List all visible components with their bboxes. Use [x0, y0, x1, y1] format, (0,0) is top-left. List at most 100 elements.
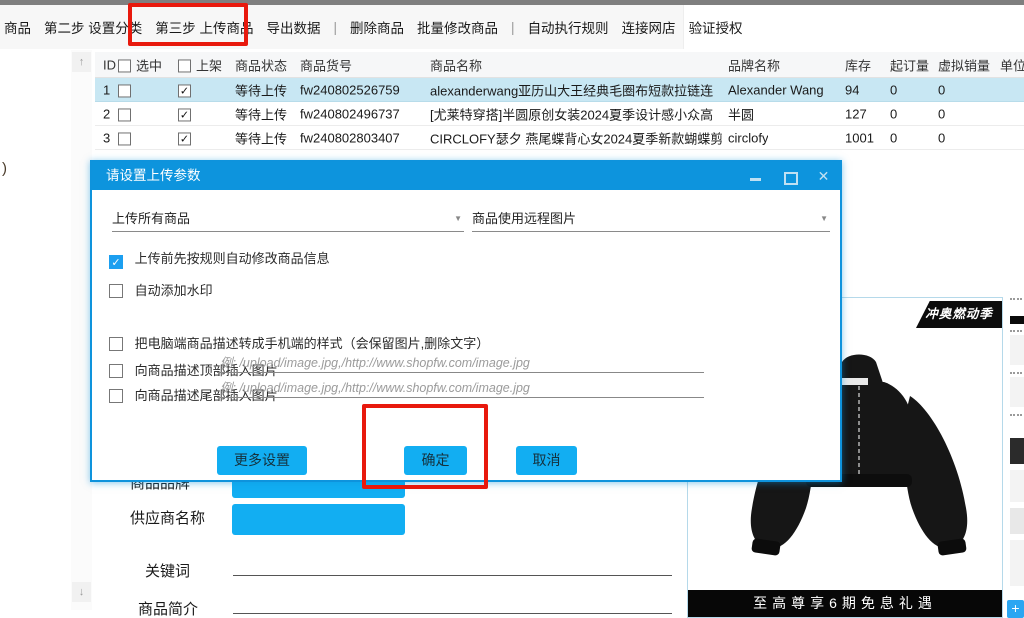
cell-sku: fw240802496737 [300, 106, 400, 121]
row-select-checkbox[interactable] [118, 84, 131, 97]
watermark-label: 自动添加水印 [135, 283, 213, 298]
toolbar-separator: | [511, 20, 515, 35]
col-sku[interactable]: 商品货号 [300, 55, 352, 74]
select-all-checkbox[interactable] [118, 59, 131, 72]
product-table: ID 选中 上架 商品状态 商品货号 商品名称 品牌名称 库存 起订量 虚拟销量… [95, 50, 1024, 160]
product-edit-form: 商品品牌 供应商名称 关键词 商品简介 [0, 460, 687, 618]
table-row[interactable]: 1 ✓ 等待上传 fw240802526759 alexanderwang亚历山… [95, 78, 1024, 102]
col-virtual-sales[interactable]: 虚拟销量 [938, 55, 990, 74]
image-mode-value: 商品使用远程图片 [472, 211, 576, 226]
toolbar-item-products[interactable]: 商品 [4, 17, 31, 37]
col-selected[interactable]: 选中 [136, 55, 162, 74]
thumb-dark-bar [1010, 316, 1024, 324]
cell-brand: Alexander Wang [728, 82, 824, 97]
watermark-checkbox[interactable] [109, 284, 123, 298]
col-name[interactable]: 商品名称 [430, 55, 482, 74]
mobile-style-label: 把电脑端商品描述转成手机端的样式（会保留图片,删除文字） [135, 336, 490, 351]
label-keywords: 关键词 [145, 560, 190, 581]
insert-top-image-checkbox[interactable] [109, 364, 123, 378]
row-select-checkbox[interactable] [118, 132, 131, 145]
dialog-titlebar[interactable]: 请设置上传参数 ✕ [92, 162, 840, 190]
maximize-icon[interactable] [783, 170, 796, 183]
cell-stock: 1001 [845, 130, 874, 145]
promo-badge: 冲奥燃动季 [916, 301, 1002, 328]
toolbar-item-verify-auth[interactable]: 验证授权 [689, 17, 743, 37]
row-listed-checkbox[interactable]: ✓ [178, 132, 191, 145]
upload-scope-dropdown[interactable]: 上传所有商品 ▼ [112, 208, 464, 232]
col-min-order[interactable]: 起订量 [890, 55, 929, 74]
dash-divider [1010, 298, 1022, 300]
cell-id: 3 [103, 130, 110, 145]
image-thumbnail[interactable] [1010, 540, 1024, 586]
close-icon[interactable]: ✕ [817, 170, 830, 183]
cell-stock: 127 [845, 106, 867, 121]
cell-id: 1 [103, 82, 110, 97]
keywords-input[interactable] [233, 575, 672, 576]
col-id[interactable]: ID [103, 57, 116, 72]
ok-button[interactable]: 确定 [404, 446, 467, 475]
add-image-button[interactable]: + [1007, 600, 1024, 618]
cell-name: alexanderwang亚历山大王经典毛圈布短款拉链连 [430, 80, 713, 99]
label-product-intro: 商品简介 [138, 598, 198, 618]
image-thumbnail[interactable] [1010, 508, 1024, 534]
cell-virtual-sales: 0 [938, 106, 945, 121]
col-unit[interactable]: 单位 [1000, 55, 1024, 74]
supplier-select-button[interactable] [232, 504, 405, 535]
cell-stock: 94 [845, 82, 859, 97]
toolbar-item-step2-categories[interactable]: 第二步 设置分类 [44, 17, 142, 37]
auto-modify-label: 上传前先按规则自动修改商品信息 [135, 251, 330, 266]
cell-brand: circlofy [728, 130, 768, 145]
table-row[interactable]: 3 ✓ 等待上传 fw240802803407 CIRCLOFY瑟夕 燕尾蝶背心… [95, 126, 1024, 150]
table-row[interactable]: 2 ✓ 等待上传 fw240802496737 [尤莱特穿搭]半圆原创女装202… [95, 102, 1024, 126]
scroll-up-icon[interactable]: ↑ [72, 52, 91, 72]
cell-brand: 半圆 [728, 104, 754, 123]
cell-min-order: 0 [890, 106, 897, 121]
cell-sku: fw240802526759 [300, 82, 400, 97]
image-thumbnail[interactable] [1010, 377, 1024, 407]
col-status[interactable]: 商品状态 [235, 55, 287, 74]
bottom-image-url-input[interactable]: 例: /upload/image.jpg,/http://www.shopfw.… [217, 377, 704, 398]
minimize-icon[interactable] [749, 170, 762, 183]
toolbar-item-auto-rules[interactable]: 自动执行规则 [528, 17, 609, 37]
cell-status: 等待上传 [235, 104, 287, 123]
product-intro-input[interactable] [233, 613, 672, 614]
image-thumbnail[interactable] [1010, 335, 1024, 365]
top-image-url-input[interactable]: 例: /upload/image.jpg,/http://www.shopfw.… [217, 352, 704, 373]
dash-divider [1010, 330, 1022, 332]
toolbar-item-step3-upload[interactable]: 第三步 上传商品 [155, 17, 253, 37]
upload-params-dialog: 请设置上传参数 ✕ 上传所有商品 ▼ 商品使用远程图片 ▼ ✓ 上传前先按规则自… [90, 160, 842, 482]
image-mode-dropdown[interactable]: 商品使用远程图片 ▼ [472, 208, 830, 232]
row-select-checkbox[interactable] [118, 108, 131, 121]
cell-virtual-sales: 0 [938, 82, 945, 97]
auto-modify-checkbox[interactable]: ✓ [109, 255, 123, 269]
cancel-button[interactable]: 取消 [516, 446, 577, 475]
upload-scope-value: 上传所有商品 [112, 211, 190, 226]
insert-bottom-image-checkbox[interactable] [109, 389, 123, 403]
toolbar-item-delete-products[interactable]: 删除商品 [350, 17, 404, 37]
toolbar-item-connect-shop[interactable]: 连接网店 [622, 17, 676, 37]
dash-divider [1010, 414, 1022, 416]
list-all-checkbox[interactable] [178, 59, 191, 72]
dash-divider [1010, 372, 1022, 374]
row-listed-checkbox[interactable]: ✓ [178, 84, 191, 97]
toolbar-separator: | [334, 20, 338, 35]
app-window: 商品 第二步 设置分类 第三步 上传商品 导出数据 | 删除商品 批量修改商品 … [0, 0, 1024, 618]
mobile-style-checkbox[interactable] [109, 337, 123, 351]
toolbar-item-export-data[interactable]: 导出数据 [267, 17, 321, 37]
cell-id: 2 [103, 106, 110, 121]
image-thumbnail[interactable] [1010, 470, 1024, 502]
cell-name: CIRCLOFY瑟夕 燕尾蝶背心女2024夏季新款蝴蝶剪 [430, 128, 722, 147]
main-toolbar: 商品 第二步 设置分类 第三步 上传商品 导出数据 | 删除商品 批量修改商品 … [0, 5, 1024, 49]
col-listed[interactable]: 上架 [196, 55, 222, 74]
image-thumbnail[interactable] [1010, 438, 1024, 464]
thumbnail-strip: + [1003, 290, 1024, 618]
promo-banner: 至高尊享6期免息礼遇 [688, 590, 1002, 617]
cell-min-order: 0 [890, 82, 897, 97]
toolbar-item-batch-edit[interactable]: 批量修改商品 [417, 17, 498, 37]
chevron-down-icon: ▼ [454, 214, 462, 223]
row-listed-checkbox[interactable]: ✓ [178, 108, 191, 121]
stray-paren-text: ) [2, 160, 7, 177]
col-brand[interactable]: 品牌名称 [728, 55, 780, 74]
more-settings-button[interactable]: 更多设置 [217, 446, 307, 475]
col-stock[interactable]: 库存 [845, 55, 871, 74]
